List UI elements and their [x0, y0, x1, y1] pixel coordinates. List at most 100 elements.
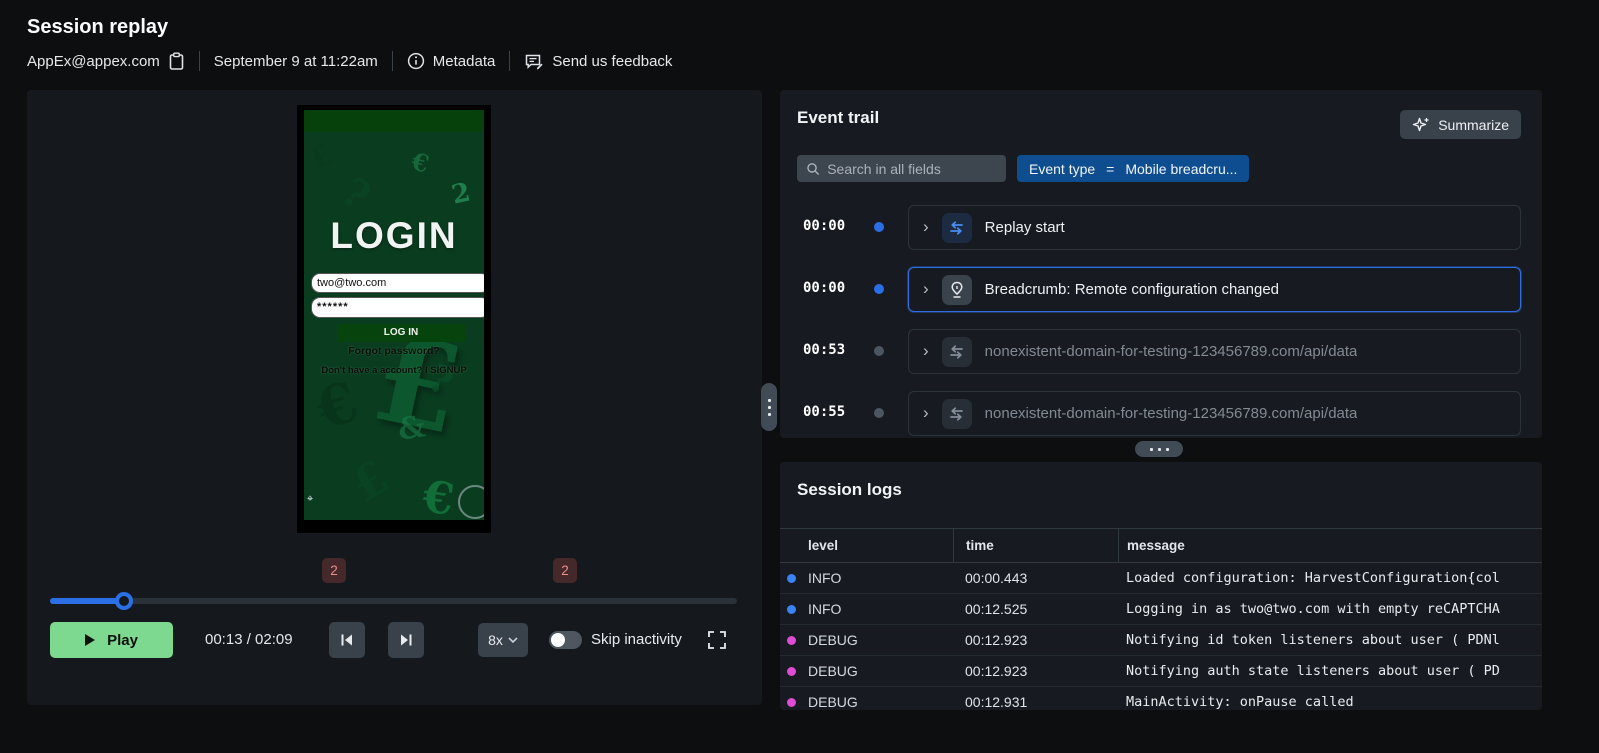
log-level: DEBUG [808, 694, 858, 710]
panel-resize-handle-horizontal[interactable] [1135, 441, 1183, 457]
network-request-icon [941, 398, 972, 429]
replay-login-button: LOG IN [337, 324, 465, 342]
event-search-input[interactable] [827, 160, 997, 177]
fullscreen-button[interactable] [703, 627, 731, 655]
log-level: DEBUG [808, 663, 858, 679]
summarize-button[interactable]: Summarize [1400, 110, 1521, 139]
event-card-network-request[interactable]: › nonexistent-domain-for-testing-1234567… [908, 329, 1521, 374]
log-row[interactable]: DEBUG 00:12.923 Notifying auth state lis… [780, 656, 1542, 687]
send-feedback-button[interactable]: Send us feedback [524, 52, 672, 71]
texture-glyph: 2 [451, 425, 479, 462]
log-message: Notifying auth state listeners about use… [1126, 663, 1500, 679]
log-table-header: level time message [780, 528, 1542, 563]
skip-inactivity-toggle[interactable] [549, 631, 582, 649]
log-row[interactable]: DEBUG 00:12.931 MainActivity: onPause ca… [780, 687, 1542, 710]
play-button[interactable]: Play [50, 622, 173, 658]
chevron-right-icon[interactable]: › [923, 404, 929, 424]
chevron-right-icon[interactable]: › [923, 280, 929, 300]
event-timestamp: 00:00 [803, 218, 846, 234]
scrubber-thumb[interactable] [114, 592, 133, 610]
previous-breadcrumb-button[interactable] [329, 622, 365, 658]
log-row[interactable]: INFO 00:00.443 Loaded configuration: Har… [780, 563, 1542, 594]
replay-viewer-panel: £ € ? 2 ¥ £ € ? & 2 £ € LOGIN two@two.co… [27, 90, 762, 705]
skip-inactivity-label: Skip inactivity [591, 631, 682, 648]
event-label: nonexistent-domain-for-testing-123456789… [984, 343, 1358, 360]
event-row: 00:00 › Replay start [780, 205, 1542, 250]
column-header-time: time [953, 529, 1118, 562]
play-icon [85, 634, 96, 646]
info-icon [407, 52, 425, 70]
fullscreen-icon [708, 630, 726, 649]
page-title: Session replay [27, 16, 169, 38]
search-icon [807, 162, 820, 175]
timeline-event-badge[interactable]: 2 [322, 558, 346, 583]
filter-value: Mobile breadcru... [1125, 160, 1238, 177]
replay-password-field: ****** [311, 297, 484, 318]
session-logs-table: level time message INFO 00:00.443 Loaded… [780, 528, 1542, 710]
timeline-scrubber[interactable] [50, 592, 737, 610]
log-level-dot [787, 574, 796, 583]
event-timestamp: 00:55 [803, 404, 846, 420]
log-time: 00:12.923 [965, 632, 1028, 648]
metadata-button[interactable]: Metadata [407, 52, 496, 70]
replay-start-icon [941, 212, 972, 243]
log-time: 00:12.923 [965, 663, 1028, 679]
metadata-label: Metadata [432, 52, 496, 70]
event-card-breadcrumb[interactable]: › Breadcrumb: Remote configuration chang… [908, 267, 1521, 312]
touch-indicator-ring [458, 485, 484, 519]
sparkle-icon [1413, 117, 1429, 131]
texture-glyph: 2 [448, 176, 473, 211]
header-divider [509, 51, 511, 71]
summarize-label: Summarize [1438, 116, 1509, 133]
next-breadcrumb-button[interactable] [388, 622, 424, 658]
play-label: Play [107, 631, 138, 649]
log-time: 00:00.443 [965, 570, 1028, 586]
event-trail-panel: Event trail Summarize Event type = Mobil… [780, 90, 1542, 438]
event-label: Breadcrumb: Remote configuration changed [984, 281, 1280, 298]
log-row[interactable]: INFO 00:12.525 Logging in as two@two.com… [780, 594, 1542, 625]
session-replay-page: Session replay AppEx@appex.com September… [0, 0, 1599, 753]
log-row[interactable]: DEBUG 00:12.923 Notifying id token liste… [780, 625, 1542, 656]
chevron-right-icon[interactable]: › [923, 218, 929, 238]
playback-speed-dropdown[interactable]: 8x [478, 623, 528, 657]
timeline-event-badge[interactable]: 2 [553, 558, 577, 583]
header-divider [391, 51, 393, 71]
column-header-message: message [1118, 529, 1542, 562]
texture-glyph: € [408, 145, 433, 179]
feedback-icon [524, 52, 544, 71]
chevron-right-icon[interactable]: › [923, 342, 929, 362]
event-card-replay-start[interactable]: › Replay start [908, 205, 1521, 250]
event-row: 00:55 › nonexistent-domain-for-testing-1… [780, 391, 1542, 436]
copy-clipboard-icon[interactable] [168, 52, 185, 71]
session-logs-panel: Session logs level time message INFO 00:… [780, 462, 1542, 710]
phone-status-bar [304, 110, 484, 132]
scrubber-progress-fill [50, 598, 124, 604]
event-trail-title: Event trail [797, 108, 880, 127]
filter-field: Event type [1029, 160, 1096, 177]
event-type-filter-chip[interactable]: Event type = Mobile breadcru... [1017, 155, 1250, 182]
session-logs-title: Session logs [797, 480, 902, 499]
breadcrumb-pin-icon [941, 274, 972, 305]
log-message: MainActivity: onPause called [1126, 694, 1354, 710]
toggle-knob [551, 633, 565, 647]
texture-glyph: € [419, 471, 457, 520]
texture-glyph: £ [304, 136, 339, 178]
log-level: INFO [808, 570, 842, 586]
replay-video-viewport[interactable]: £ € ? 2 ¥ £ € ? & 2 £ € LOGIN two@two.co… [297, 105, 491, 533]
event-row: 00:53 › nonexistent-domain-for-testing-1… [780, 329, 1542, 374]
scrubber-track[interactable] [50, 598, 737, 604]
log-level-dot [787, 698, 796, 707]
speed-label: 8x [488, 632, 503, 648]
event-dot [874, 346, 884, 356]
log-message: Logging in as two@two.com with empty reC… [1126, 601, 1500, 617]
event-card-network-request[interactable]: › nonexistent-domain-for-testing-1234567… [908, 391, 1521, 436]
log-time: 00:12.525 [965, 601, 1028, 617]
header-divider [198, 51, 200, 71]
event-dot [874, 284, 884, 294]
replay-date: September 9 at 11:22am [213, 52, 378, 70]
event-row: 00:00 › Breadcrumb: Remote configuration… [780, 267, 1542, 312]
panel-resize-handle-vertical[interactable] [761, 383, 777, 431]
event-search-box[interactable] [797, 155, 1006, 182]
chevron-down-icon [508, 637, 518, 643]
feedback-label: Send us feedback [552, 52, 673, 70]
